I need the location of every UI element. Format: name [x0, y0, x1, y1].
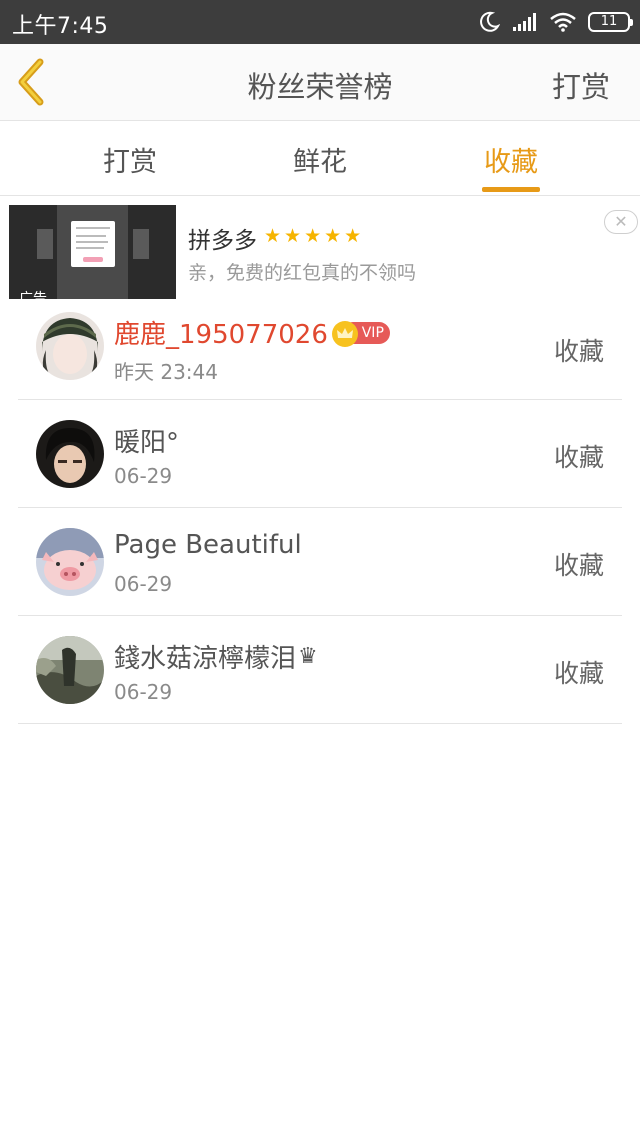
- fan-list: 鹿鹿_195077026 VIP 昨天 23:44 收藏 暖阳° 06-29 收…: [18, 300, 622, 724]
- ad-description: 亲，免费的红包真的不领吗: [188, 262, 417, 284]
- crown-icon: [331, 320, 358, 347]
- list-item[interactable]: 錢水菇涼檸檬泪 ♛ 06-29 收藏: [18, 616, 622, 724]
- fan-time: 昨天 23:44: [114, 360, 218, 384]
- fan-time: 06-29: [114, 572, 173, 596]
- list-item[interactable]: 鹿鹿_195077026 VIP 昨天 23:44 收藏: [18, 300, 622, 400]
- ad-label: 广告: [19, 291, 47, 299]
- avatar[interactable]: [36, 528, 104, 596]
- ad-banner[interactable]: 广告 拼多多 ★★★★★ 亲，免费的红包真的不领吗 ✕: [0, 197, 640, 300]
- action-label: 收藏: [553, 337, 604, 366]
- fan-time: 06-29: [114, 464, 173, 488]
- vip-badge: VIP: [331, 320, 390, 347]
- avatar[interactable]: [36, 636, 104, 704]
- ad-thumbnail[interactable]: 广告: [9, 205, 176, 299]
- name-line: 暖阳°: [114, 422, 179, 459]
- name-line: 錢水菇涼檸檬泪 ♛: [114, 638, 318, 675]
- signal-icon: [513, 13, 536, 31]
- fan-name: 錢水菇涼檸檬泪: [114, 644, 297, 674]
- tab-bar: 打赏 鲜花 收藏: [0, 122, 640, 196]
- action-label: 收藏: [553, 443, 604, 472]
- action-label: 收藏: [553, 659, 604, 688]
- action-label: 收藏: [553, 551, 604, 580]
- reward-button[interactable]: 打赏: [552, 64, 610, 106]
- status-icons: 11: [478, 9, 633, 35]
- tab-favorites[interactable]: 收藏: [451, 140, 571, 179]
- crown-icon: ♛: [298, 644, 318, 669]
- tab-indicator: [482, 187, 540, 192]
- ad-title: 拼多多: [188, 228, 257, 254]
- battery-level: 11: [600, 14, 618, 29]
- page-title: 粉丝荣誉榜: [247, 70, 393, 104]
- close-icon[interactable]: ✕: [604, 210, 638, 234]
- list-item[interactable]: 暖阳° 06-29 收藏: [18, 400, 622, 508]
- list-item[interactable]: Page Beautiful 06-29 收藏: [18, 508, 622, 616]
- battery-icon: 11: [588, 12, 633, 32]
- tab-reward[interactable]: 打赏: [70, 140, 190, 179]
- fan-time: 06-29: [114, 680, 173, 704]
- moon-icon: [480, 11, 500, 32]
- avatar[interactable]: [36, 420, 104, 488]
- wifi-icon: [550, 12, 576, 32]
- fan-name: Page Beautiful: [114, 530, 302, 560]
- status-time: 上午7:45: [12, 14, 109, 39]
- avatar[interactable]: [36, 312, 104, 380]
- tab-flowers[interactable]: 鲜花: [260, 140, 380, 179]
- fan-name: 暖阳°: [114, 428, 180, 458]
- ad-rating-stars: ★★★★★: [264, 225, 365, 247]
- name-line: Page Beautiful: [114, 530, 302, 560]
- header: 粉丝荣誉榜 打赏: [0, 44, 640, 121]
- name-line: 鹿鹿_195077026 VIP: [114, 314, 390, 351]
- fan-name: 鹿鹿_195077026: [114, 320, 328, 350]
- status-bar: 上午7:45 11: [0, 0, 640, 44]
